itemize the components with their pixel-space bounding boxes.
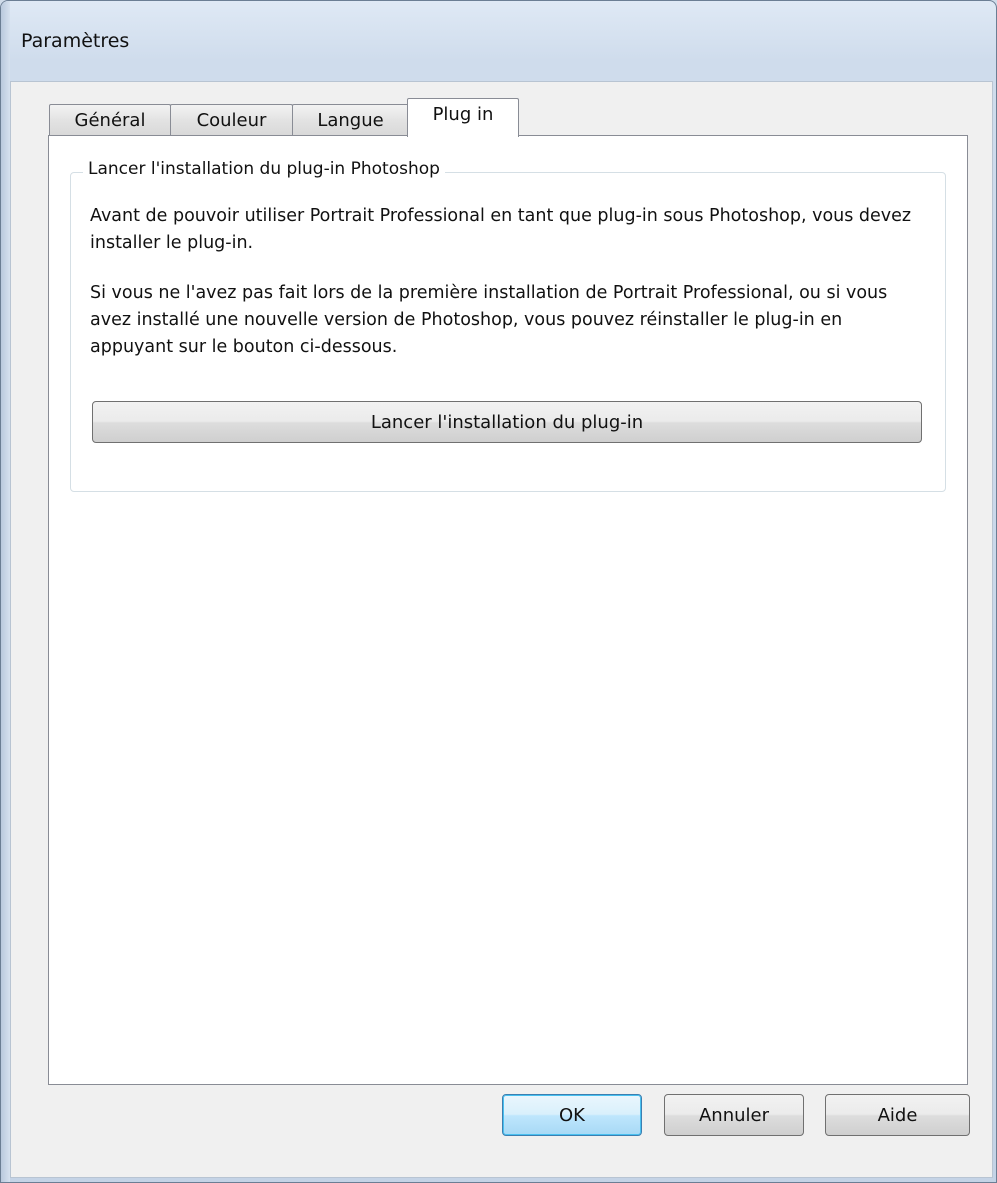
tab-plug-in[interactable]: Plug in	[407, 98, 519, 137]
window-frame-left	[1, 1, 10, 1182]
groupbox-title: Lancer l'installation du plug-in Photosh…	[83, 159, 445, 179]
tab-langue[interactable]: Langue	[292, 104, 409, 135]
tab-general[interactable]: Général	[49, 104, 171, 135]
help-button[interactable]: Aide	[825, 1094, 970, 1136]
plugin-reinstall-text: Si vous ne l'avez pas fait lors de la pr…	[90, 283, 888, 357]
cancel-button[interactable]: Annuler	[664, 1094, 804, 1136]
plugin-install-groupbox: Lancer l'installation du plug-in Photosh…	[70, 159, 946, 492]
tab-couleur[interactable]: Couleur	[170, 104, 293, 135]
window-title: Paramètres	[21, 30, 130, 52]
dialog-client-area: Général Couleur Langue Plug in Lancer l'…	[10, 81, 993, 1178]
plugin-tab-panel: Lancer l'installation du plug-in Photosh…	[48, 135, 968, 1085]
install-plugin-button[interactable]: Lancer l'installation du plug-in	[92, 401, 922, 443]
plugin-intro-text: Avant de pouvoir utiliser Portrait Profe…	[90, 206, 912, 253]
ok-button[interactable]: OK	[502, 1094, 642, 1136]
settings-window: Paramètres Général Couleur Langue Plug i…	[0, 0, 997, 1183]
